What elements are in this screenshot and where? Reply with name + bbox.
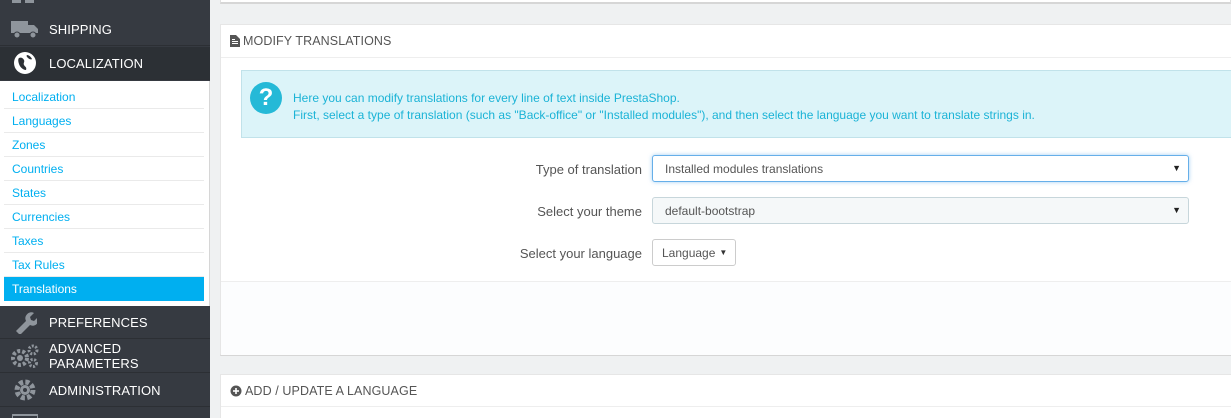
wrench-icon [10,310,40,334]
panel-title: MODIFY TRANSLATIONS [243,34,392,48]
submenu-item-states[interactable]: States [4,181,204,205]
type-select[interactable]: Installed modules translations ▼ [652,155,1189,182]
submenu-item-countries[interactable]: Countries [4,157,204,181]
menu-label-localization: LOCALIZATION [49,55,144,71]
language-button-label: Language [662,245,716,260]
submenu-item-languages[interactable]: Languages [4,109,204,133]
panel-title: ADD / UPDATE A LANGUAGE [245,383,418,398]
localization-submenu: Localization Languages Zones Countries S… [0,81,210,306]
language-dropdown-button[interactable]: Language ▼ [652,239,736,266]
gear-icon [10,378,40,402]
submenu-item-translations[interactable]: Translations [4,277,204,301]
menu-label-preferences: PREFERENCES [49,314,148,330]
language-row: Select your language Language ▼ [221,239,1231,267]
menu-label-shipping: SHIPPING [49,21,112,37]
theme-select[interactable]: default-bootstrap ▼ [652,197,1189,224]
gears-icon [10,344,40,368]
plus-circle-icon [230,385,242,397]
theme-row: Select your theme default-bootstrap ▼ [221,197,1231,225]
submenu-item-currencies[interactable]: Currencies [4,205,204,229]
previous-panel-bottom [220,0,1231,4]
menu-item-advanced-parameters[interactable]: ADVANCED PARAMETERS [0,340,210,373]
caret-down-icon: ▼ [1172,163,1181,173]
menu-item-localization[interactable]: LOCALIZATION [0,47,210,80]
catalog-icon [12,0,38,4]
caret-down-icon: ▼ [719,248,728,257]
submenu-item-localization[interactable]: Localization [4,85,204,109]
submenu-item-zones[interactable]: Zones [4,133,204,157]
submenu-item-taxes[interactable]: Taxes [4,229,204,253]
type-row: Type of translation Installed modules tr… [221,155,1231,183]
sidebar: SHIPPING LOCALIZATION Localization Langu… [0,0,210,418]
question-icon: ? [250,82,282,114]
type-label: Type of translation [535,162,642,177]
type-select-value: Installed modules translations [665,161,824,176]
panel-heading: MODIFY TRANSLATIONS [221,25,1231,58]
panel-heading: ADD / UPDATE A LANGUAGE [221,375,1231,407]
truck-icon [10,17,40,41]
submenu-item-tax-rules[interactable]: Tax Rules [4,253,204,277]
partial-menu-icon [11,410,39,418]
menu-label-administration: ADMINISTRATION [49,382,161,398]
theme-label: Select your theme [537,204,642,219]
menu-item-shipping[interactable]: SHIPPING [0,13,210,46]
help-text-line-2: First, select a type of translation (suc… [293,108,1035,122]
menu-item-preferences[interactable]: PREFERENCES [0,306,210,339]
theme-select-value: default-bootstrap [665,203,756,218]
menu-item-administration[interactable]: ADMINISTRATION [0,374,210,407]
help-text-line-1: Here you can modify translations for eve… [293,91,680,105]
panel-footer [221,281,1231,355]
language-label: Select your language [519,246,642,261]
menu-label-advanced-parameters: ADVANCED PARAMETERS [49,341,139,371]
globe-icon [10,51,40,75]
caret-down-icon: ▼ [1172,205,1181,215]
modify-translations-panel: MODIFY TRANSLATIONS ? Here you can modif… [220,24,1231,356]
file-text-icon [230,35,240,47]
help-alert: ? Here you can modify translations for e… [241,70,1231,138]
add-update-language-panel: ADD / UPDATE A LANGUAGE [220,374,1231,418]
